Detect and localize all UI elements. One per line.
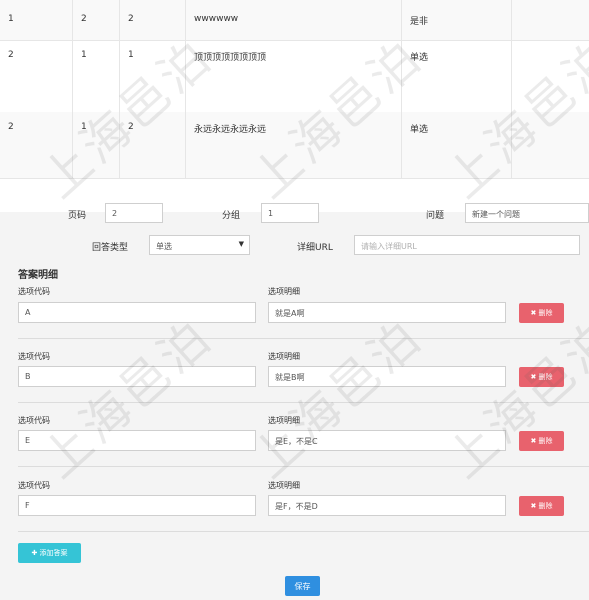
page-label: 页码 [68,211,87,221]
option-code-input[interactable]: B [18,366,256,387]
detail-url-input[interactable]: 请输入详细URL [354,235,580,255]
table-row[interactable]: 2 1 1 顶顶顶顶顶顶顶顶 单选 [0,40,589,113]
add-answer-button[interactable]: ✚ 添加答案 [18,543,81,563]
answer-type-label: 回答类型 [92,243,129,253]
table-cell: 顶顶顶顶顶顶顶顶 [186,40,402,112]
caret-down-icon: ▼ [238,240,244,248]
option-code-label: 选项代码 [18,416,50,425]
option-detail-label: 选项明细 [268,287,300,296]
table-cell [512,112,589,178]
save-button[interactable]: 保存 [285,576,320,596]
question-input[interactable]: 新建一个问题 [465,203,589,223]
option-detail-input[interactable]: 就是B啊 [268,366,506,387]
table-row[interactable]: 1 2 2 wwwwww 是非 [0,0,589,41]
option-code-label: 选项代码 [18,352,50,361]
table-cell: 2 [73,0,120,40]
table-cell: 1 [73,112,120,178]
option-code-input[interactable]: E [18,430,256,451]
delete-option-button[interactable]: ✖ 删除 [519,496,564,516]
delete-option-button[interactable]: ✖ 删除 [519,367,564,387]
option-code-label: 选项代码 [18,287,50,296]
table-row[interactable]: 2 1 2 永远永远永远永远 单选 [0,112,589,179]
table-cell: 1 [120,40,186,112]
answer-details-title: 答案明细 [18,270,58,281]
table-cell [512,0,589,40]
table-cell: 2 [0,40,73,112]
option-detail-label: 选项明细 [268,352,300,361]
group-input[interactable]: 1 [261,203,319,223]
table-cell: 2 [120,112,186,178]
detail-url-label: 详细URL [297,243,333,253]
answer-type-select[interactable]: 单选 ▼ [149,235,250,255]
table-cell [512,40,589,112]
table-cell: 单选 [402,112,512,178]
table-cell: 2 [120,0,186,40]
option-divider [18,531,589,532]
option-divider [18,338,589,339]
delete-option-button[interactable]: ✖ 删除 [519,303,564,323]
table-cell: wwwwww [186,0,402,40]
page-input[interactable]: 2 [105,203,163,223]
option-divider [18,402,589,403]
option-detail-label: 选项明细 [268,481,300,490]
group-label: 分组 [222,211,241,221]
delete-option-button[interactable]: ✖ 删除 [519,431,564,451]
option-detail-input[interactable]: 是F，不是D [268,495,506,516]
question-label: 问题 [426,211,445,221]
option-code-input[interactable]: A [18,302,256,323]
table-cell: 是非 [402,0,512,40]
table-cell: 1 [73,40,120,112]
table-cell: 永远永远永远永远 [186,112,402,178]
question-form [0,212,589,600]
table-cell: 单选 [402,40,512,112]
option-code-label: 选项代码 [18,481,50,490]
option-detail-input[interactable]: 是E，不是C [268,430,506,451]
option-divider [18,466,589,467]
option-code-input[interactable]: F [18,495,256,516]
option-detail-label: 选项明细 [268,416,300,425]
table-cell: 2 [0,112,73,178]
answer-type-value: 单选 [156,242,172,251]
table-cell: 1 [0,0,73,40]
option-detail-input[interactable]: 就是A啊 [268,302,506,323]
